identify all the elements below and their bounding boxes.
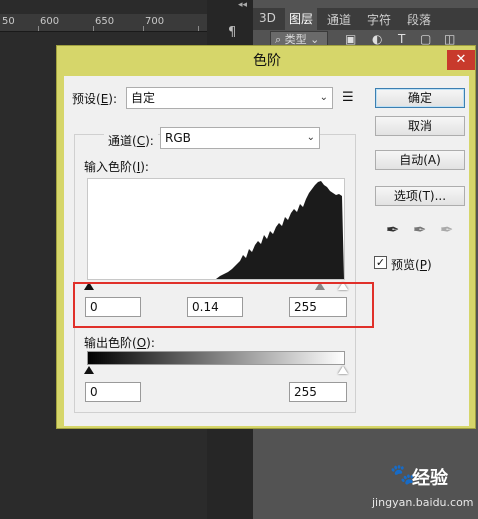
channel-label: 通道(C): <box>104 132 158 149</box>
preview-checkbox[interactable]: ✓ <box>374 256 387 269</box>
histogram-graphic <box>216 181 344 279</box>
horizontal-ruler: 50 600 650 700 <box>0 14 207 32</box>
type-filter-icon[interactable]: T <box>398 32 405 46</box>
preset-shortcut: E <box>100 92 109 106</box>
output-white-slider[interactable] <box>338 366 348 374</box>
watermark-brand: 经验 <box>412 468 448 489</box>
preview-label: 预览(P) <box>391 258 432 272</box>
collapse-icon[interactable]: ◂◂ <box>238 0 247 10</box>
options-button[interactable]: 选项(T)... <box>375 186 465 206</box>
ok-button[interactable]: 确定 <box>375 88 465 108</box>
preview-shortcut: P <box>419 258 427 272</box>
cancel-button[interactable]: 取消 <box>375 116 465 136</box>
gray-eyedropper-icon[interactable]: ✒ <box>413 220 426 239</box>
input-levels-shortcut: I <box>136 160 141 174</box>
channel-shortcut: C <box>136 134 146 148</box>
channel-select[interactable]: RGB ⌄ <box>160 127 320 149</box>
preset-options-icon[interactable]: ☰ <box>342 90 354 105</box>
output-white-field[interactable]: 255 <box>289 382 347 402</box>
preset-select[interactable]: 自定 ⌄ <box>126 87 333 109</box>
image-filter-icon[interactable]: ▣ <box>345 32 356 46</box>
preview-label-text: 预览 <box>391 258 416 272</box>
shape-filter-icon[interactable]: ▢ <box>420 32 431 46</box>
output-levels-label: 输出色阶(O): <box>84 336 155 350</box>
input-levels-text: 输入色阶 <box>84 160 133 174</box>
close-button[interactable]: ✕ <box>447 50 475 70</box>
ruler-tick <box>93 26 94 31</box>
black-eyedropper-icon[interactable]: ✒ <box>386 220 399 239</box>
ruler-tick <box>143 26 144 31</box>
channel-value: RGB <box>165 131 191 145</box>
tab-channels[interactable]: 通道 <box>327 11 351 28</box>
tab-3d[interactable]: 3D <box>259 11 276 25</box>
ruler-label: 650 <box>95 16 115 27</box>
tab-character[interactable]: 字符 <box>367 11 391 28</box>
tab-paragraph[interactable]: 段落 <box>407 11 431 28</box>
smart-object-filter-icon[interactable]: ◫ <box>444 32 455 46</box>
ruler-label: 600 <box>40 16 60 27</box>
baidu-watermark: 🐾 经验 jingyan.baidu.com <box>372 458 474 516</box>
histogram <box>87 178 345 280</box>
watermark-url: jingyan.baidu.com <box>372 496 474 509</box>
output-levels-shortcut: O <box>136 336 147 350</box>
white-eyedropper-icon[interactable]: ✒ <box>440 220 453 239</box>
output-gradient-bar <box>87 351 345 365</box>
chevron-down-icon: ⌄ <box>306 132 315 143</box>
output-black-field[interactable]: 0 <box>85 382 141 402</box>
preset-label: 预设(E): <box>72 92 118 106</box>
adjustment-filter-icon[interactable]: ◐ <box>372 32 382 46</box>
preset-value: 自定 <box>131 91 156 105</box>
channel-label-text: 通道 <box>108 134 133 148</box>
output-black-slider[interactable] <box>84 366 94 374</box>
ruler-label: 700 <box>145 16 165 27</box>
output-levels-text: 输出色阶 <box>84 336 133 350</box>
auto-button[interactable]: 自动(A) <box>375 150 465 170</box>
histogram-shape <box>216 181 344 279</box>
ruler-tick <box>38 26 39 31</box>
chevron-down-icon: ⌄ <box>319 92 328 103</box>
ruler-label: 50 <box>2 16 15 27</box>
panel-tab-bar: 3D 图层 通道 字符 段落 <box>253 8 478 30</box>
input-levels-label: 输入色阶(I): <box>84 160 149 174</box>
paragraph-tool-icon[interactable]: ¶ <box>228 25 236 40</box>
tab-layers[interactable]: 图层 <box>285 8 318 30</box>
preset-label-text: 预设 <box>72 92 97 106</box>
dialog-title: 色阶 <box>253 53 281 69</box>
ruler-tick <box>198 26 199 31</box>
highlight-annotation <box>73 282 374 328</box>
